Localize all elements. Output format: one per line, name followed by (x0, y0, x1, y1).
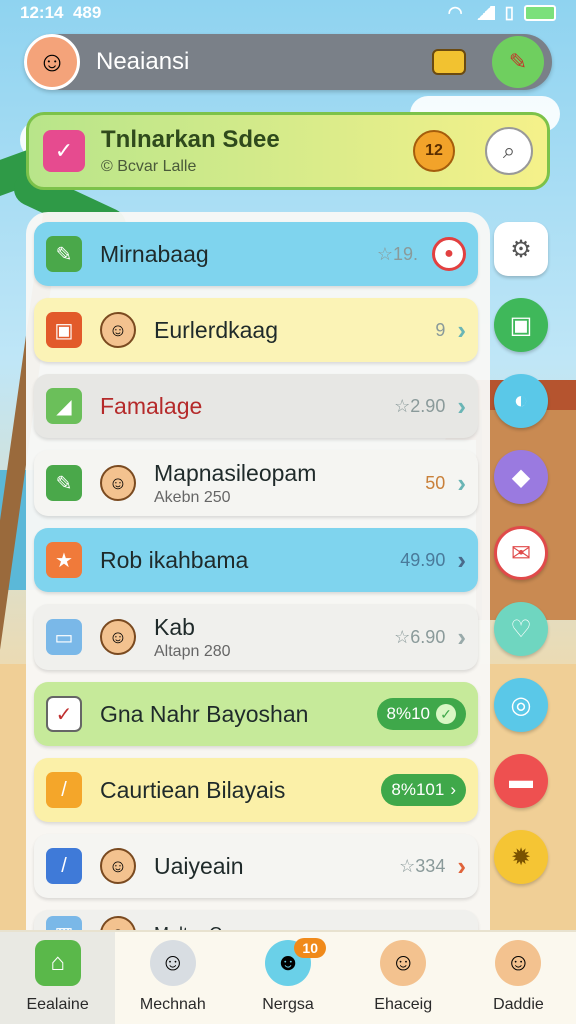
nav-item-home[interactable]: ⌂ Eealaine (0, 932, 116, 1024)
profile-icon: ☺ (495, 940, 542, 986)
nav-item-mechnah[interactable]: ☺ Mechnah (115, 932, 230, 1024)
notification-badge: 10 (294, 938, 326, 958)
avatar-icon: ☺ (380, 940, 427, 986)
nav-label: Mechnah (139, 996, 206, 1013)
nav-label: Nergsa (262, 996, 314, 1013)
list-item[interactable]: / Caurtiean Bilayais 8%101 › (34, 758, 478, 822)
pen-icon: / (46, 848, 82, 884)
item-value: 8%101 (391, 780, 445, 799)
header-title: Neaiansi (96, 48, 190, 75)
avatar-icon: ☺ (100, 848, 136, 884)
side-rail: ⚙ ▣ ◐ ◆ ✉ ♡ ◎ ▬ ✹ (494, 222, 552, 906)
item-value: ☆6.90 (394, 626, 446, 647)
item-label: Kab (154, 613, 195, 640)
banner-subtitle: © Bcvar Lalle (101, 158, 197, 175)
bottom-nav: ⌂ Eealaine ☺ Mechnah 10 ☻ Nergsa ☺ Ehace… (0, 930, 576, 1024)
sim-icon: ▯ (504, 3, 514, 22)
folder-icon: ▭ (46, 619, 82, 655)
chevron-right-icon: › (457, 314, 466, 345)
item-label: Mirnabaag (100, 240, 209, 267)
item-value: ☆2.90 (394, 395, 446, 416)
item-value: 9 (435, 319, 446, 340)
featured-banner[interactable]: ✓ Tnlnarkan Sdee © Bcvar Lalle 12 ⌕ (26, 112, 550, 190)
nav-item-nergsa[interactable]: 10 ☻ Nergsa (230, 932, 345, 1024)
list-item[interactable]: ▣ ☺ Eurlerdkaag 9 › (34, 298, 478, 362)
item-label: Mapnasileopam (154, 459, 317, 486)
tag-icon[interactable]: ◆ (494, 450, 548, 504)
item-label: Caurtiean Bilayais (100, 776, 286, 803)
item-value-pill[interactable]: 8%101 › (381, 774, 466, 806)
list-item[interactable]: ✎ Mirnabaag ☆19. ● (34, 222, 478, 286)
pencil-icon: / (46, 772, 82, 808)
item-value: ☆19. (376, 243, 418, 264)
chat-icon[interactable]: ✉ (494, 526, 548, 580)
banner-title: Tnlnarkan Sdee (101, 126, 280, 153)
checkbox-icon[interactable]: ✓ (46, 696, 82, 732)
avatar[interactable]: ☺ (24, 34, 80, 90)
battery-icon (524, 5, 556, 21)
list-item[interactable]: ✎ ☺ Mapnasileopam Akebn 250 50 › (34, 450, 478, 516)
nav-item-daddie[interactable]: ☺ Daddie (461, 932, 576, 1024)
chevron-right-icon: › (450, 780, 456, 799)
item-sub: Akebn 250 (154, 488, 231, 506)
item-label: Uaiyeain (154, 852, 244, 879)
item-value: 50 (425, 472, 446, 493)
chat-icon: ✎ (46, 236, 82, 272)
item-label: Famalage (100, 392, 203, 419)
list-item[interactable]: / ☺ Uaiyeain ☆334 › (34, 834, 478, 898)
search-icon[interactable]: ⌕ (485, 127, 533, 175)
lock-icon[interactable]: ▬ (494, 754, 548, 808)
chevron-right-icon: › (457, 390, 466, 421)
list-item[interactable]: ◢ Famalage ☆2.90 › (34, 374, 478, 438)
star-icon: ★ (46, 542, 82, 578)
settings-icon[interactable]: ⚙ (494, 222, 548, 276)
top-header: ☺ Neaiansi ✎ (24, 34, 552, 90)
item-sub: Altapn 280 (154, 642, 231, 660)
list-item[interactable]: ▭ ☺ Kab Altapn 280 ☆6.90 › (34, 604, 478, 670)
nav-label: Daddie (493, 996, 544, 1013)
target-icon[interactable]: ◎ (494, 678, 548, 732)
item-label: Eurlerdkaag (154, 316, 279, 343)
nav-label: Ehaceig (374, 996, 433, 1013)
avatar-icon: ☺ (100, 619, 136, 655)
item-value: ☆334 (399, 855, 446, 876)
list-item[interactable]: ★ Rob ikahbama 49.90 › (34, 528, 478, 592)
nav-item-ehaceig[interactable]: ☺ Ehaceig (346, 932, 461, 1024)
gear-icon[interactable]: ✹ (494, 830, 548, 884)
pencil-icon: ✎ (46, 465, 82, 501)
chevron-right-icon: › (457, 544, 466, 575)
list-item[interactable]: ✓ Gna Nahr Bayoshan 8%10 ✓ (34, 682, 478, 746)
wifi-icon: ◠ (447, 3, 463, 22)
nav-label: Eealaine (26, 996, 89, 1013)
chevron-right-icon: › (457, 850, 466, 881)
home-icon: ⌂ (34, 940, 81, 986)
avatar-icon: ☺ (100, 312, 136, 348)
item-label: Gna Nahr Bayoshan (100, 700, 309, 727)
chevron-right-icon: › (457, 621, 466, 652)
heart-icon[interactable]: ♡ (494, 602, 548, 656)
avatar-icon: ☺ (100, 465, 136, 501)
status-time: 12:14 (20, 3, 64, 22)
status-bar: 12:14 489 ◠ ▯ (0, 0, 576, 26)
ticket-icon[interactable] (432, 49, 466, 75)
item-value: 8%10 (386, 704, 430, 723)
eraser-icon: ◢ (46, 388, 82, 424)
record-icon[interactable]: ● (432, 237, 466, 271)
briefcase-icon[interactable]: ▣ (494, 298, 548, 352)
banner-badge[interactable]: 12 (413, 130, 455, 172)
item-label: Rob ikahbama (100, 546, 249, 573)
item-value: 49.90 (400, 549, 446, 570)
chevron-right-icon: › (457, 467, 466, 498)
globe-icon[interactable]: ◐ (494, 374, 548, 428)
task-list: ✎ Mirnabaag ☆19. ● ▣ ☺ Eurlerdkaag 9 › ◢… (26, 212, 490, 932)
item-value-pill[interactable]: 8%10 ✓ (376, 698, 466, 730)
check-icon: ✓ (436, 704, 456, 724)
flag-icon: ▣ (46, 312, 82, 348)
worker-icon: ☺ (149, 940, 196, 986)
pencil-icon: ✓ (43, 130, 85, 172)
list-item[interactable]: ▨ ☺ Malter Ca (34, 910, 478, 932)
pin-icon[interactable]: ✎ (492, 36, 544, 88)
status-extra: 489 (72, 3, 102, 22)
signal-icon (472, 6, 495, 20)
